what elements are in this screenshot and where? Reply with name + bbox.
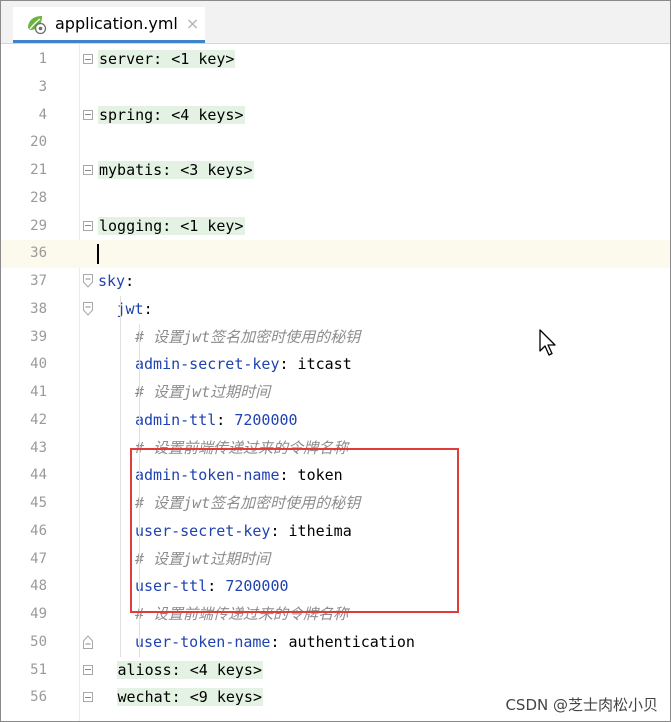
code-line[interactable]: 37 sky: [1, 268, 670, 296]
line-number: 41 [30, 384, 47, 400]
yaml-key: sky [98, 272, 126, 290]
fold-expand-icon[interactable] [83, 54, 93, 64]
yaml-value: : [216, 410, 235, 429]
watermark: CSDN @芝士肉松小贝 [505, 696, 658, 714]
code-text: wechat: <9 keys> [116, 684, 263, 712]
code-line[interactable]: 28 [1, 185, 670, 213]
indent-guide [120, 295, 121, 657]
code-editor[interactable]: 1 server: <1 key> 3 4 spring: <4 keys> 20 21 my… [1, 44, 670, 721]
yaml-number: 7200000 [234, 410, 298, 429]
line-number: 29 [30, 217, 47, 234]
code-line[interactable]: 36 [1, 240, 670, 268]
line-number: 38 [30, 300, 47, 317]
code-line[interactable]: 29 logging: <1 key> [1, 213, 670, 241]
line-number: 45 [30, 495, 47, 511]
yaml-comment: # 设置jwt签名加密时使用的秘钥 [135, 327, 361, 346]
folded-section[interactable]: mybatis: <3 keys> [98, 161, 254, 179]
folded-section[interactable]: alioss: <4 keys> [116, 660, 263, 679]
line-number: 44 [30, 467, 47, 484]
fold-expand-icon[interactable] [83, 220, 93, 231]
code-line[interactable]: 21 mybatis: <3 keys> [1, 157, 670, 185]
code-text: mybatis: <3 keys> [98, 157, 254, 185]
fold-expand-icon[interactable] [83, 664, 93, 675]
code-text: jwt: [117, 296, 153, 324]
code-line[interactable]: 50 user-token-name: authentication [1, 629, 670, 657]
line-number: 51 [30, 661, 47, 678]
code-text: admin-secret-key: itcast [135, 351, 352, 379]
editor-window: application.yml × 1 server: <1 key> 3 4 spri… [0, 0, 671, 722]
fold-end-icon[interactable] [83, 635, 93, 649]
line-number: 21 [30, 162, 47, 178]
line-number: 40 [30, 356, 47, 373]
tab-bar: application.yml × [1, 1, 670, 44]
code-line[interactable]: 3 [1, 74, 670, 102]
line-number: 42 [30, 411, 47, 428]
code-line[interactable]: 42 admin-ttl: 7200000 [1, 407, 670, 435]
fold-expand-icon[interactable] [83, 165, 93, 175]
code-line[interactable]: 40 admin-secret-key: itcast [1, 351, 670, 379]
yaml-value: : authentication [270, 632, 415, 651]
code-text: server: <1 key> [98, 46, 236, 74]
code-text: sky: [98, 268, 134, 296]
fold-expand-icon[interactable] [83, 109, 93, 120]
line-number: 3 [38, 78, 47, 95]
yaml-key: user-token-name [135, 632, 271, 651]
line-number: 46 [30, 522, 47, 539]
code-text: spring: <4 keys> [98, 102, 245, 130]
code-line[interactable]: 51 alioss: <4 keys> [1, 657, 670, 685]
code-line[interactable]: 20 [1, 129, 670, 157]
code-line[interactable]: 1 server: <1 key> [1, 46, 670, 74]
yaml-value: : [143, 299, 153, 318]
text-caret [97, 244, 99, 265]
fold-collapse-icon[interactable] [83, 301, 93, 316]
yaml-comment: # 设置jwt过期时间 [135, 383, 271, 401]
mouse-pointer-icon [538, 328, 558, 358]
line-number: 43 [30, 439, 47, 456]
line-number: 36 [30, 245, 47, 262]
folded-section[interactable]: spring: <4 keys> [98, 105, 245, 124]
code-text: logging: <1 key> [98, 213, 245, 241]
code-line[interactable]: 41 # 设置jwt过期时间 [1, 379, 670, 407]
tab-title: application.yml [55, 14, 178, 33]
line-number: 49 [30, 606, 47, 622]
code-text: # 设置jwt过期时间 [135, 379, 270, 407]
annotation-highlight-box [130, 448, 459, 613]
fold-collapse-icon[interactable] [83, 274, 93, 288]
folded-section[interactable]: wechat: <9 keys> [116, 688, 263, 707]
line-number: 20 [30, 134, 47, 151]
code-text: # 设置jwt签名加密时使用的秘钥 [135, 324, 360, 352]
tab-application-yml[interactable]: application.yml × [13, 7, 205, 43]
yaml-value: : itcast [279, 355, 352, 374]
spring-leaf-yaml-icon [25, 13, 47, 35]
line-number: 37 [30, 273, 47, 289]
line-number: 1 [38, 51, 47, 67]
line-number: 48 [30, 578, 47, 595]
close-icon[interactable]: × [186, 14, 199, 33]
code-text: admin-ttl: 7200000 [135, 407, 298, 435]
line-number: 28 [30, 189, 47, 206]
fold-expand-icon[interactable] [83, 692, 93, 703]
yaml-key: admin-secret-key [135, 355, 280, 374]
folded-section[interactable]: server: <1 key> [98, 50, 236, 68]
line-number: 56 [30, 689, 47, 706]
folded-section[interactable]: logging: <1 key> [98, 216, 245, 235]
line-number: 4 [38, 106, 47, 123]
yaml-key: admin-ttl [135, 410, 217, 429]
line-number: 47 [30, 550, 47, 567]
code-line[interactable]: 39 # 设置jwt签名加密时使用的秘钥 [1, 324, 670, 352]
code-line[interactable]: 4 spring: <4 keys> [1, 102, 670, 130]
line-number: 50 [30, 633, 47, 650]
code-text: alioss: <4 keys> [116, 657, 263, 685]
code-text: user-token-name: authentication [135, 629, 415, 657]
line-number: 39 [30, 328, 47, 345]
code-line[interactable]: 38 jwt: [1, 296, 670, 324]
yaml-value: : [125, 272, 135, 290]
